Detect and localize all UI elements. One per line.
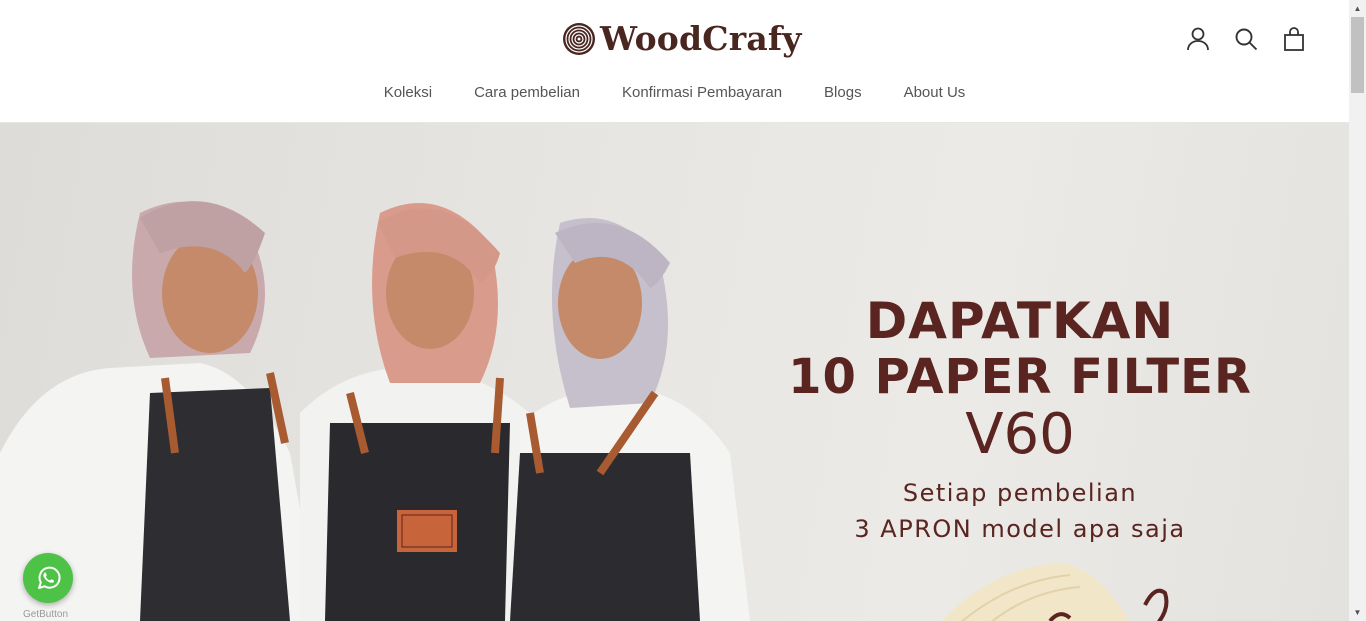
- promo-subtitle-2: 3 APRON model apa saja: [854, 515, 1186, 543]
- cart-icon[interactable]: [1279, 24, 1309, 54]
- brand-logo[interactable]: WoodCrafy: [562, 18, 802, 60]
- promo-headline-1: DAPATKAN: [865, 292, 1175, 350]
- promo-headline-3: V60: [965, 402, 1075, 467]
- nav-item-about-us[interactable]: About Us: [904, 82, 966, 104]
- wood-ring-logo-icon: [563, 23, 595, 55]
- nav-item-cara-pembelian[interactable]: Cara pembelian: [474, 82, 580, 104]
- scroll-thumb[interactable]: [1351, 17, 1364, 93]
- account-icon[interactable]: [1183, 24, 1213, 54]
- search-icon[interactable]: [1231, 24, 1261, 54]
- paper-filter-illustration: [941, 563, 1169, 621]
- whatsapp-icon: [38, 566, 61, 589]
- header-actions: [1183, 24, 1309, 54]
- promo-subtitle-1: Setiap pembelian: [902, 479, 1138, 507]
- page-scrollbar[interactable]: ▲ ▼: [1349, 0, 1366, 621]
- nav-item-konfirmasi-pembayaran[interactable]: Konfirmasi Pembayaran: [622, 82, 782, 104]
- site-header: WoodCrafy Koleksi Cara pembelian Konfirm…: [0, 0, 1349, 123]
- getbutton-label[interactable]: GetButton: [23, 609, 68, 620]
- promo-text-block: DAPATKAN 10 PAPER FILTER V60 Setiap pemb…: [760, 293, 1280, 547]
- nav-item-blogs[interactable]: Blogs: [824, 82, 862, 104]
- hero-banner[interactable]: DAPATKAN 10 PAPER FILTER V60 Setiap pemb…: [0, 123, 1349, 621]
- promo-headline-2: 10 PAPER FILTER: [788, 349, 1252, 405]
- scroll-down-arrow-icon[interactable]: ▼: [1349, 604, 1366, 621]
- scroll-up-arrow-icon[interactable]: ▲: [1349, 0, 1366, 17]
- nav-item-koleksi[interactable]: Koleksi: [384, 82, 432, 104]
- brand-name: WoodCrafy: [600, 19, 802, 58]
- whatsapp-chat-button[interactable]: [23, 553, 73, 603]
- models-wearing-aprons-image: [0, 201, 750, 621]
- main-navigation: Koleksi Cara pembelian Konfirmasi Pembay…: [0, 82, 1349, 104]
